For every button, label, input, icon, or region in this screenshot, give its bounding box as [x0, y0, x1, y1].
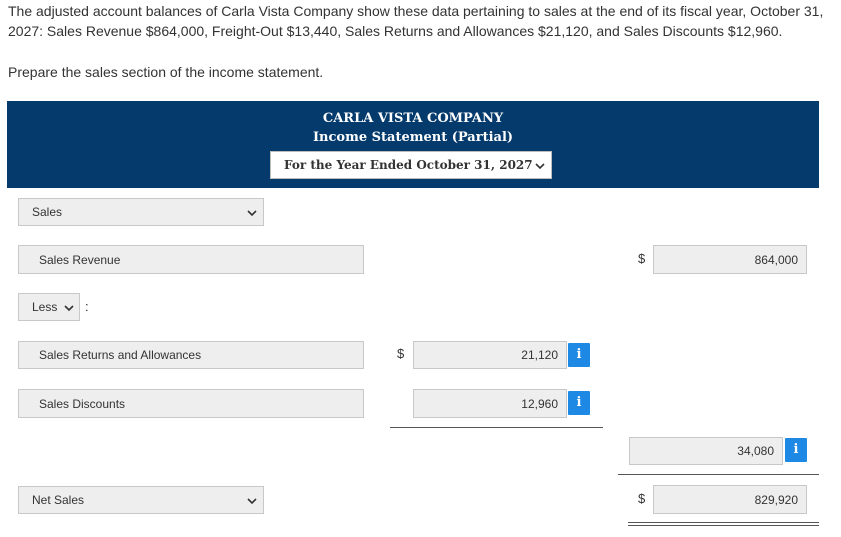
discounts-label: Sales Discounts — [39, 396, 126, 411]
discounts-label-field[interactable]: Sales Discounts — [18, 389, 364, 418]
sales-revenue-amount: 864,000 — [754, 252, 798, 267]
statement-header: CARLA VISTA COMPANY Income Statement (Pa… — [7, 101, 819, 188]
sales-heading-value: Sales — [32, 205, 63, 219]
discounts-amount-field[interactable]: 12,960 — [413, 389, 567, 418]
returns-currency: $ — [397, 346, 405, 361]
instruction-text: Prepare the sales section of the income … — [8, 64, 324, 80]
deductions-total-field[interactable]: 34,080 — [629, 437, 783, 465]
subtotal-underline — [390, 427, 603, 428]
info-icon[interactable]: i — [568, 343, 590, 367]
returns-amount-field[interactable]: 21,120 — [413, 341, 567, 369]
less-select[interactable]: Less — [18, 293, 80, 321]
chevron-down-icon — [247, 210, 257, 217]
deductions-total: 34,080 — [737, 444, 774, 458]
returns-amount: 21,120 — [521, 348, 558, 362]
net-sales-label: Net Sales — [32, 493, 85, 507]
less-select-value: Less — [32, 300, 58, 314]
returns-label: Sales Returns and Allowances — [39, 348, 202, 362]
period-select[interactable]: For the Year Ended October 31, 2027 — [270, 151, 552, 179]
sales-revenue-label: Sales Revenue — [39, 252, 121, 267]
chevron-down-icon — [535, 163, 545, 170]
total-underline — [618, 474, 819, 475]
discounts-amount: 12,960 — [521, 396, 558, 411]
net-sales-amount-field[interactable]: 829,920 — [653, 485, 807, 514]
net-sales-double-underline-top — [628, 522, 819, 523]
net-sales-double-underline-bottom — [628, 525, 819, 526]
returns-label-field[interactable]: Sales Returns and Allowances — [18, 341, 364, 369]
chevron-down-icon — [247, 498, 257, 505]
chevron-down-icon — [64, 305, 74, 312]
net-sales-amount: 829,920 — [754, 492, 798, 507]
info-icon[interactable]: i — [785, 438, 807, 462]
question-text: The adjusted account balances of Carla V… — [8, 3, 824, 39]
net-sales-select[interactable]: Net Sales — [18, 486, 264, 514]
period-select-value: For the Year Ended October 31, 2027 — [284, 158, 533, 172]
net-sales-currency: $ — [638, 491, 646, 506]
sales-revenue-currency: $ — [638, 251, 646, 266]
less-colon: : — [85, 299, 89, 314]
sales-revenue-label-field[interactable]: Sales Revenue — [18, 245, 364, 274]
sales-heading-select[interactable]: Sales — [18, 198, 264, 226]
statement-title: Income Statement (Partial) — [312, 130, 514, 145]
sales-revenue-amount-field[interactable]: 864,000 — [653, 245, 807, 274]
info-icon[interactable]: i — [568, 391, 590, 415]
company-name: CARLA VISTA COMPANY — [322, 111, 504, 126]
